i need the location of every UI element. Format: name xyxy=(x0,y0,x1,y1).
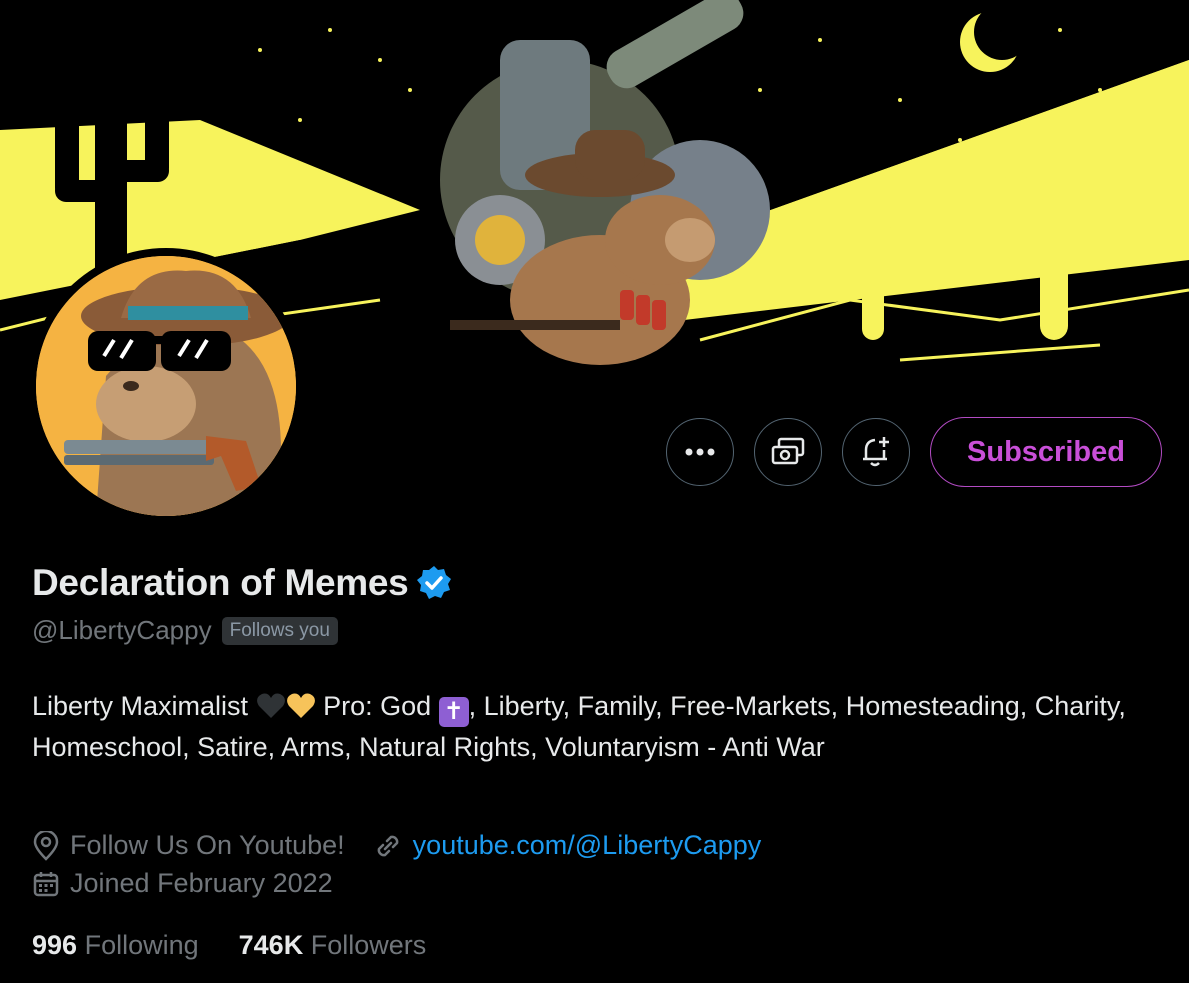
profile-meta-row: Follow Us On Youtube! youtube.com/@Liber… xyxy=(32,830,761,861)
bio-text-2: Pro: God xyxy=(315,691,439,721)
link-icon xyxy=(373,831,403,861)
cross-emoji-icon: ✝ xyxy=(438,697,469,727)
calendar-icon xyxy=(32,870,60,898)
subscribe-money-button[interactable] xyxy=(754,418,822,486)
subscribed-button[interactable]: Subscribed xyxy=(930,417,1162,487)
avatar-image xyxy=(36,256,296,516)
bio-text-1: Liberty Maximalist xyxy=(32,691,256,721)
profile-name-row: Declaration of Memes xyxy=(32,562,452,604)
handle: @LibertyCappy xyxy=(32,615,212,645)
joined-row: Joined February 2022 xyxy=(32,868,333,899)
money-icon xyxy=(771,437,805,465)
profile-avatar[interactable] xyxy=(28,248,304,524)
more-button[interactable] xyxy=(666,418,734,486)
website-link[interactable]: youtube.com/@LibertyCappy xyxy=(413,830,762,861)
notify-button[interactable] xyxy=(842,418,910,486)
follow-stats: 996 Following 746K Followers xyxy=(32,930,426,961)
following-count: 996 xyxy=(32,930,78,960)
black-heart-icon xyxy=(256,693,285,718)
more-dots-icon xyxy=(685,448,715,456)
display-name: Declaration of Memes xyxy=(32,562,409,603)
yellow-heart-icon xyxy=(286,693,315,718)
location-pin-icon xyxy=(32,830,60,861)
followers-count: 746K xyxy=(238,930,304,960)
following-link[interactable]: 996 Following xyxy=(32,930,199,961)
verified-badge-icon[interactable] xyxy=(416,565,452,601)
location-text: Follow Us On Youtube! xyxy=(70,830,345,860)
followers-link[interactable]: 746K Followers xyxy=(239,930,427,961)
handle-row: @LibertyCappy Follows you xyxy=(32,615,338,646)
profile-bio: Liberty Maximalist Pro: God ✝, Liberty, … xyxy=(32,686,1162,767)
following-label: Following xyxy=(84,930,199,960)
followers-label: Followers xyxy=(310,930,427,960)
joined-text: Joined February 2022 xyxy=(70,868,333,898)
follows-you-badge: Follows you xyxy=(221,616,338,645)
bell-plus-icon xyxy=(863,437,889,467)
